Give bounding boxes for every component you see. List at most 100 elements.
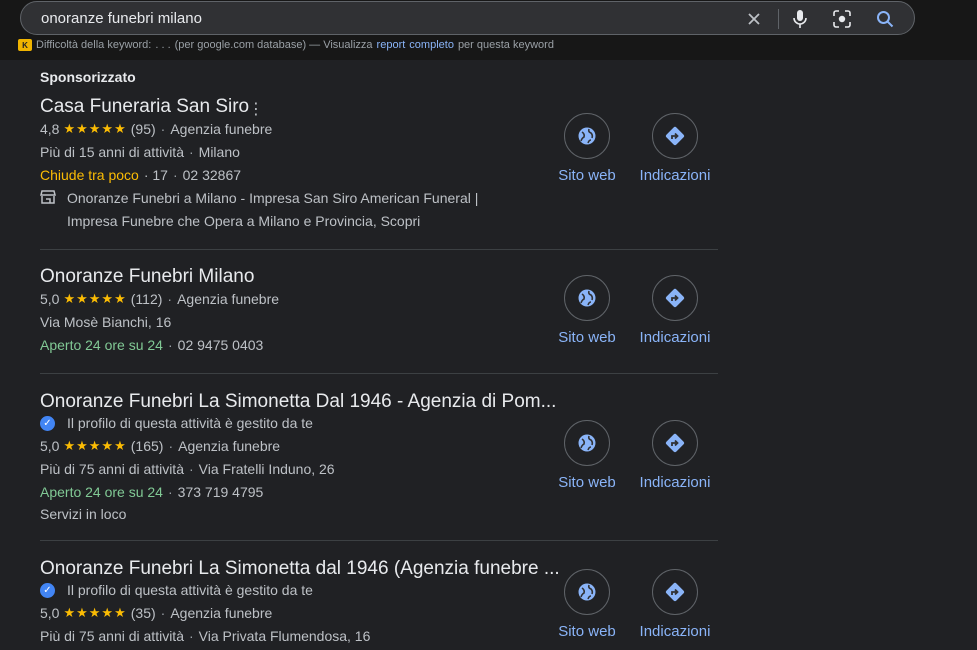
star-rating-icon: ★★★★★ bbox=[63, 605, 127, 620]
listing-title[interactable]: Casa Funeraria San Siro bbox=[40, 96, 249, 118]
report-complete-link[interactable]: completo bbox=[409, 39, 454, 51]
years-info: Più di 75 anni di attività bbox=[40, 628, 184, 644]
category: Agenzia funebre bbox=[170, 605, 273, 621]
listing-title[interactable]: Onoranze Funebri La Simonetta Dal 1946 -… bbox=[40, 391, 556, 413]
ad-line-1: Onoranze Funebri a Milano - Impresa San … bbox=[67, 190, 479, 206]
sponsored-label: Sponsorizzato bbox=[40, 69, 136, 85]
phone[interactable]: 02 9475 0403 bbox=[178, 337, 264, 353]
review-count[interactable]: (95) bbox=[131, 121, 156, 137]
address: Via Privata Flumendosa, 16 bbox=[198, 628, 371, 644]
globe-icon[interactable] bbox=[564, 569, 610, 615]
globe-icon[interactable] bbox=[564, 275, 610, 321]
category: Agenzia funebre bbox=[170, 121, 273, 137]
managed-text: Il profilo di questa attività è gestito … bbox=[67, 415, 313, 431]
search-icon[interactable] bbox=[873, 7, 897, 31]
microphone-icon[interactable] bbox=[788, 7, 812, 31]
phone[interactable]: 02 32867 bbox=[183, 167, 241, 183]
status-line: Aperto 24 ore su 24 · 02 9475 0403 bbox=[40, 337, 264, 353]
website-button[interactable]: Sito web bbox=[542, 275, 632, 346]
rating-line: 4,8 ★★★★★ (95) · Agenzia funebre bbox=[40, 121, 273, 137]
rating-line: 5,0 ★★★★★ (165) · Agenzia funebre bbox=[40, 438, 281, 454]
search-bar[interactable]: onoranze funebri milano bbox=[20, 1, 915, 35]
city: Milano bbox=[198, 144, 240, 160]
address: Via Fratelli Induno, 26 bbox=[198, 461, 335, 477]
status-closing: Chiude tra poco bbox=[40, 167, 139, 183]
review-count[interactable]: (165) bbox=[131, 438, 164, 454]
status-extra: · 17 bbox=[143, 167, 168, 183]
category: Agenzia funebre bbox=[177, 291, 280, 307]
info-line: Più di 75 anni di attività · Via Privata… bbox=[40, 628, 371, 644]
category: Agenzia funebre bbox=[178, 438, 281, 454]
verified-check-icon: ✓ bbox=[40, 582, 55, 598]
review-count[interactable]: (35) bbox=[131, 605, 156, 621]
verified-check-icon: ✓ bbox=[40, 415, 55, 431]
status-open: Aperto 24 ore su 24 bbox=[40, 337, 163, 353]
listing-divider bbox=[40, 373, 718, 374]
status-open: Aperto 24 ore su 24 bbox=[40, 484, 163, 500]
rating-value: 5,0 bbox=[40, 438, 60, 454]
star-rating-icon: ★★★★★ bbox=[63, 121, 127, 136]
status-line: Chiude tra poco · 17 · 02 32867 bbox=[40, 167, 242, 183]
website-label[interactable]: Sito web bbox=[558, 329, 616, 346]
directions-button[interactable]: Indicazioni bbox=[630, 113, 720, 184]
directions-button[interactable]: Indicazioni bbox=[630, 569, 720, 640]
search-bar-divider bbox=[778, 9, 779, 29]
phone[interactable]: 373 719 4795 bbox=[178, 484, 264, 500]
managed-line: ✓ Il profilo di questa attività è gestit… bbox=[40, 582, 313, 598]
keyword-difficulty-bar: K Difficoltà della keyword: . . . (per g… bbox=[18, 39, 554, 51]
address: Via Mosè Bianchi, 16 bbox=[40, 314, 172, 330]
rating-value: 5,0 bbox=[40, 291, 60, 307]
keyword-label: Difficoltà della keyword: bbox=[36, 39, 152, 51]
keyword-tool-icon: K bbox=[18, 39, 32, 51]
years-info: Più di 75 anni di attività bbox=[40, 461, 184, 477]
website-button[interactable]: Sito web bbox=[542, 569, 632, 640]
ad-line-2: Impresa Funebre che Opera a Milano e Pro… bbox=[67, 213, 421, 229]
listing-divider bbox=[40, 249, 718, 250]
keyword-db-text: (per google.com database) — Visualizza bbox=[174, 39, 373, 51]
star-rating-icon: ★★★★★ bbox=[63, 438, 127, 453]
services: Servizi in loco bbox=[40, 506, 127, 522]
directions-button[interactable]: Indicazioni bbox=[630, 420, 720, 491]
directions-icon[interactable] bbox=[652, 420, 698, 466]
globe-icon[interactable] bbox=[564, 113, 610, 159]
directions-label[interactable]: Indicazioni bbox=[640, 623, 711, 640]
more-options-icon[interactable]: ⋮ bbox=[248, 99, 264, 119]
managed-line: ✓ Il profilo di questa attività è gestit… bbox=[40, 415, 313, 431]
years-info: Più di 15 anni di attività bbox=[40, 144, 184, 160]
info-line: Più di 15 anni di attività · Milano bbox=[40, 144, 240, 160]
rating-line: 5,0 ★★★★★ (35) · Agenzia funebre bbox=[40, 605, 273, 621]
keyword-dots: . . . bbox=[155, 39, 171, 51]
camera-lens-icon[interactable] bbox=[830, 7, 854, 31]
keyword-suffix: per questa keyword bbox=[457, 39, 554, 51]
review-count[interactable]: (112) bbox=[131, 291, 163, 307]
rating-line: 5,0 ★★★★★ (112) · Agenzia funebre bbox=[40, 291, 280, 307]
directions-icon[interactable] bbox=[652, 275, 698, 321]
listing-title[interactable]: Onoranze Funebri Milano bbox=[40, 266, 254, 288]
website-label[interactable]: Sito web bbox=[558, 474, 616, 491]
address-line: Via Mosè Bianchi, 16 bbox=[40, 314, 171, 330]
ad-description: Onoranze Funebri a Milano - Impresa San … bbox=[40, 187, 478, 233]
report-link[interactable]: report bbox=[377, 39, 406, 51]
listing-divider bbox=[40, 540, 718, 541]
website-label[interactable]: Sito web bbox=[558, 167, 616, 184]
star-rating-icon: ★★★★★ bbox=[63, 291, 127, 306]
status-line: Aperto 24 ore su 24 · 373 719 4795 bbox=[40, 484, 264, 500]
directions-label[interactable]: Indicazioni bbox=[640, 329, 711, 346]
close-icon[interactable] bbox=[742, 7, 766, 31]
website-label[interactable]: Sito web bbox=[558, 623, 616, 640]
globe-icon[interactable] bbox=[564, 420, 610, 466]
directions-icon[interactable] bbox=[652, 113, 698, 159]
services-line: Servizi in loco bbox=[40, 506, 126, 522]
info-line: Più di 75 anni di attività · Via Fratell… bbox=[40, 461, 335, 477]
website-button[interactable]: Sito web bbox=[542, 420, 632, 491]
listing-title[interactable]: Onoranze Funebri La Simonetta dal 1946 (… bbox=[40, 558, 560, 580]
rating-value: 5,0 bbox=[40, 605, 60, 621]
directions-icon[interactable] bbox=[652, 569, 698, 615]
rating-value: 4,8 bbox=[40, 121, 60, 137]
directions-label[interactable]: Indicazioni bbox=[640, 474, 711, 491]
website-button[interactable]: Sito web bbox=[542, 113, 632, 184]
search-input[interactable]: onoranze funebri milano bbox=[41, 10, 202, 27]
directions-label[interactable]: Indicazioni bbox=[640, 167, 711, 184]
directions-button[interactable]: Indicazioni bbox=[630, 275, 720, 346]
managed-text: Il profilo di questa attività è gestito … bbox=[67, 582, 313, 598]
